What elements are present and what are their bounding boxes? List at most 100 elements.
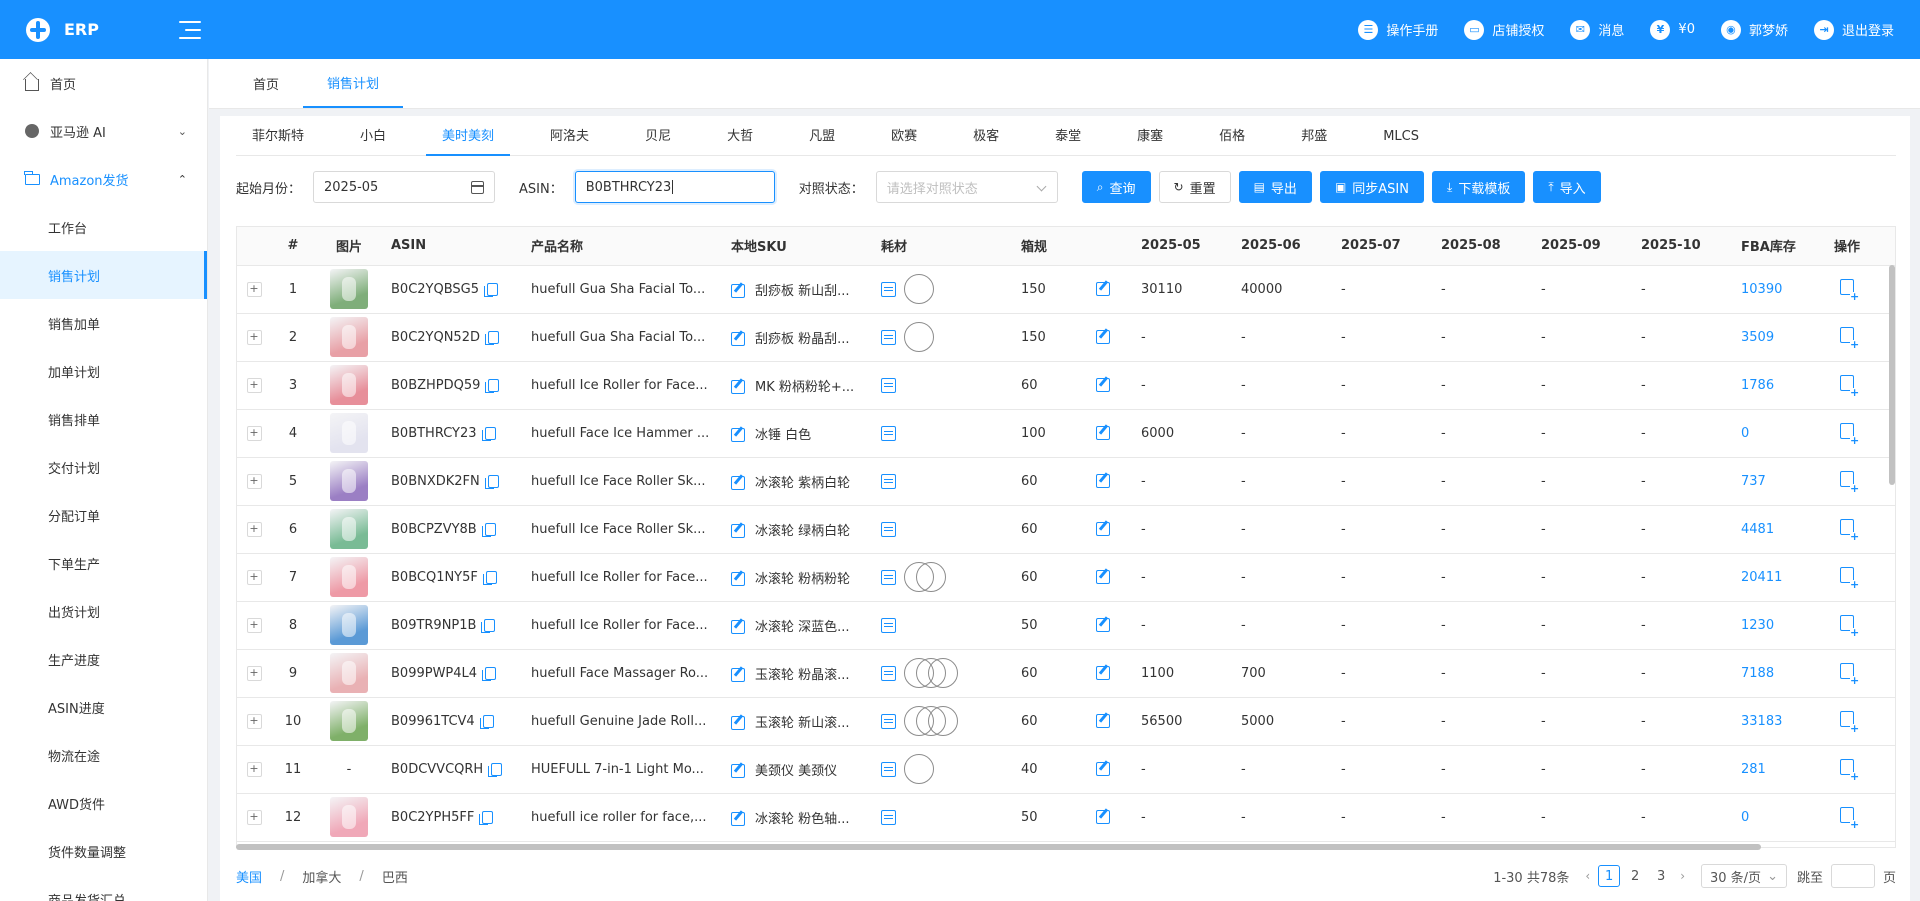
fba-stock-link[interactable]: 737 <box>1733 457 1797 506</box>
sidebar-subitem[interactable]: 出货计划 <box>0 587 207 635</box>
reset-button[interactable]: ↻ 重置 <box>1158 171 1231 203</box>
sidebar-subitem[interactable]: 销售加单 <box>0 299 207 347</box>
edit-plan-icon[interactable] <box>1096 522 1110 536</box>
horizontal-scrollbar[interactable] <box>236 844 1761 850</box>
fba-stock-link[interactable]: 0 <box>1733 793 1797 842</box>
region-us[interactable]: 美国 <box>236 867 262 886</box>
brand-tab[interactable]: 佰格 <box>1203 124 1261 156</box>
add-record-icon[interactable] <box>1840 759 1859 781</box>
fba-stock-link[interactable]: 3509 <box>1733 313 1797 362</box>
sidebar-subitem[interactable]: 商品发货汇总 <box>0 875 207 901</box>
menu-toggle-icon[interactable] <box>178 20 201 39</box>
sidebar-subitem[interactable]: 货件数量调整 <box>0 827 207 875</box>
copy-icon[interactable] <box>484 282 498 297</box>
search-button[interactable]: ⌕ 查询 <box>1081 171 1151 203</box>
materials-icon[interactable] <box>881 473 896 489</box>
sidebar-item-home[interactable]: 首页 <box>0 59 207 107</box>
fba-stock-link[interactable]: 10390 <box>1733 265 1797 314</box>
edit-plan-icon[interactable] <box>1096 474 1110 488</box>
fba-stock-link[interactable]: 33183 <box>1733 697 1797 746</box>
sidebar-subitem[interactable]: 加单计划 <box>0 347 207 395</box>
edit-plan-icon[interactable] <box>1096 378 1110 392</box>
expand-row-button[interactable]: + <box>246 810 262 825</box>
copy-icon[interactable] <box>485 378 500 393</box>
edit-plan-icon[interactable] <box>1096 330 1110 344</box>
add-record-icon[interactable] <box>1840 663 1859 685</box>
expand-row-button[interactable]: + <box>246 378 262 393</box>
sidebar-item-amazon-shipping[interactable]: Amazon发货 ⌃ <box>0 155 207 203</box>
jump-page-input[interactable] <box>1830 864 1875 888</box>
expand-row-button[interactable]: + <box>246 282 262 297</box>
page-size-select[interactable]: 30 条/页 ⌄ <box>1701 864 1787 888</box>
edit-sku-icon[interactable] <box>731 332 745 346</box>
edit-sku-icon[interactable] <box>731 812 745 826</box>
brand-tab[interactable]: 贝尼 <box>629 124 687 156</box>
expand-row-button[interactable]: + <box>246 330 262 345</box>
sidebar-subitem[interactable]: 工作台 <box>0 203 207 251</box>
add-record-icon[interactable] <box>1840 519 1859 541</box>
edit-sku-icon[interactable] <box>731 380 745 394</box>
edit-sku-icon[interactable] <box>731 284 745 298</box>
expand-row-button[interactable]: + <box>246 570 262 585</box>
materials-icon[interactable] <box>881 713 896 729</box>
asin-input[interactable]: B0BTHRCY23 <box>574 171 775 203</box>
edit-sku-icon[interactable] <box>731 524 745 538</box>
topbar-item-message[interactable]: ✉ 消息 <box>1570 19 1624 40</box>
brand-tab[interactable]: 邦盛 <box>1285 124 1343 156</box>
sync-asin-button[interactable]: ▣ 同步ASIN <box>1319 171 1424 203</box>
brand-tab[interactable]: MLCS <box>1367 124 1435 156</box>
page-1[interactable]: 1 <box>1598 865 1621 887</box>
brand-tab[interactable]: 康塞 <box>1121 124 1179 156</box>
edit-plan-icon[interactable] <box>1096 762 1110 776</box>
edit-plan-icon[interactable] <box>1096 282 1110 296</box>
brand-tab[interactable]: 阿洛夫 <box>534 124 605 156</box>
region-br[interactable]: 巴西 <box>382 867 408 886</box>
brand-tab[interactable]: 小白 <box>344 124 402 156</box>
materials-icon[interactable] <box>881 377 896 393</box>
sidebar-subitem[interactable]: 交付计划 <box>0 443 207 491</box>
copy-icon[interactable] <box>488 762 503 777</box>
materials-icon[interactable] <box>881 761 896 777</box>
materials-icon[interactable] <box>881 425 896 441</box>
materials-icon[interactable] <box>881 329 896 345</box>
add-record-icon[interactable] <box>1840 279 1859 301</box>
page-2[interactable]: 2 <box>1624 865 1646 887</box>
sidebar-subitem[interactable]: 生产进度 <box>0 635 207 683</box>
expand-row-button[interactable]: + <box>246 426 262 441</box>
add-record-icon[interactable] <box>1840 423 1859 445</box>
sidebar-subitem[interactable]: 下单生产 <box>0 539 207 587</box>
topbar-item-wallet[interactable]: ¥ ¥0 <box>1650 19 1695 40</box>
edit-sku-icon[interactable] <box>731 572 745 586</box>
edit-plan-icon[interactable] <box>1096 426 1110 440</box>
tab-home[interactable]: 首页 <box>229 58 303 108</box>
materials-icon[interactable] <box>881 665 896 681</box>
brand-tab[interactable]: 极客 <box>957 124 1015 156</box>
next-page-icon[interactable]: › <box>1680 869 1685 883</box>
edit-sku-icon[interactable] <box>731 716 745 730</box>
topbar-item-manual[interactable]: ☰ 操作手册 <box>1358 19 1438 40</box>
add-record-icon[interactable] <box>1840 327 1859 349</box>
topbar-item-logout[interactable]: ⇥ 退出登录 <box>1813 19 1894 40</box>
tab-sales-plan[interactable]: 销售计划 <box>303 58 404 108</box>
region-ca[interactable]: 加拿大 <box>302 867 341 886</box>
copy-icon[interactable] <box>485 330 499 345</box>
expand-row-button[interactable]: + <box>246 618 262 633</box>
sidebar-subitem[interactable]: 销售计划 <box>0 251 207 299</box>
sidebar-subitem[interactable]: 销售排单 <box>0 395 207 443</box>
export-button[interactable]: ▤ 导出 <box>1238 171 1312 203</box>
page-3[interactable]: 3 <box>1650 865 1672 887</box>
start-month-picker[interactable]: 2025-05 <box>313 171 496 203</box>
edit-plan-icon[interactable] <box>1096 666 1110 680</box>
expand-row-button[interactable]: + <box>246 762 262 777</box>
sidebar-subitem[interactable]: ASIN进度 <box>0 683 207 731</box>
add-record-icon[interactable] <box>1840 615 1859 637</box>
edit-sku-icon[interactable] <box>731 668 745 682</box>
fba-stock-link[interactable]: 1786 <box>1733 361 1797 410</box>
download-template-button[interactable]: ⤓ 下载模板 <box>1432 171 1526 203</box>
brand-tab[interactable]: 美时美刻 <box>426 124 511 156</box>
edit-plan-icon[interactable] <box>1096 570 1110 584</box>
copy-icon[interactable] <box>479 810 494 825</box>
copy-icon[interactable] <box>481 522 496 537</box>
copy-icon[interactable] <box>481 618 496 633</box>
materials-icon[interactable] <box>881 521 896 537</box>
